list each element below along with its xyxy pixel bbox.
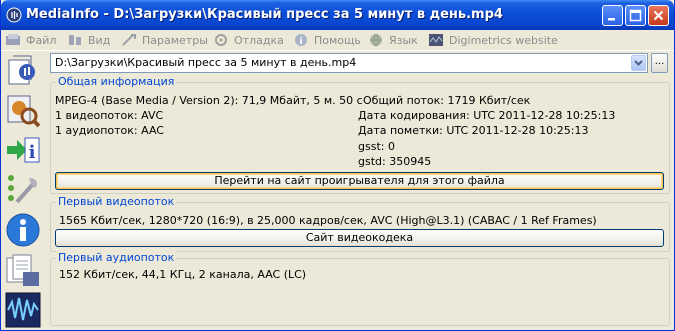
help-icon: i bbox=[295, 34, 307, 47]
video-codec-website-button[interactable]: Сайт видеокодека bbox=[55, 229, 664, 247]
window-title: MediaInfo - D:\Загрузки\Красивый пресс з… bbox=[26, 7, 503, 22]
chevron-down-icon bbox=[634, 60, 643, 66]
language-icon bbox=[370, 33, 382, 47]
audio-info: 152 Кбит/сек, 44,1 КГц, 2 канала, AAC (L… bbox=[59, 268, 307, 281]
digimetrics-website-icon[interactable] bbox=[5, 292, 41, 328]
menu-file[interactable]: Файл bbox=[5, 32, 56, 48]
sidebar: i bbox=[3, 52, 43, 328]
general-video-count: 1 видеопоток: AVC bbox=[55, 109, 164, 122]
file-select[interactable]: D:\Загрузки\Красивый пресс за 5 минут в … bbox=[50, 53, 648, 73]
svg-text:i: i bbox=[299, 37, 302, 47]
general-audio-count: 1 аудиопоток: AAC bbox=[55, 124, 164, 137]
menu-digimetrics[interactable]: Digimetrics website bbox=[428, 32, 558, 48]
browse-button[interactable]: ... bbox=[651, 53, 668, 73]
open-file-icon[interactable] bbox=[5, 52, 41, 88]
general-gstd: gstd: 350945 bbox=[358, 155, 432, 168]
menu-view[interactable]: Вид bbox=[67, 32, 110, 48]
open-folder-icon[interactable] bbox=[5, 92, 41, 128]
audio-legend: Первый аудиопоток bbox=[56, 251, 177, 264]
general-gsst: gsst: 0 bbox=[358, 140, 395, 153]
general-tagged-date: Дата пометки: UTC 2011-12-28 10:25:13 bbox=[358, 124, 589, 137]
minimize-button[interactable] bbox=[602, 5, 623, 26]
file-select-value: D:\Загрузки\Красивый пресс за 5 минут в … bbox=[55, 56, 357, 69]
general-format-line: MPEG-4 (Base Media / Version 2): 71,9 Мб… bbox=[55, 94, 363, 107]
video-info: 1565 Кбит/сек, 1280*720 (16:9), в 25,000… bbox=[59, 214, 597, 227]
svg-text:i: i bbox=[29, 142, 36, 163]
general-overall-bitrate: Общий поток: 1719 Кбит/сек bbox=[363, 94, 531, 107]
menu-view-label: Вид bbox=[88, 33, 111, 47]
knowledge-base-icon[interactable] bbox=[5, 252, 41, 288]
minimize-icon bbox=[608, 18, 615, 21]
menu-bar: Файл Вид Параметры Отладка i Помощь Язык… bbox=[1, 30, 674, 51]
menu-options-label: Параметры bbox=[142, 33, 208, 47]
menu-debug-label: Отладка bbox=[234, 33, 284, 47]
menu-digimetrics-label: Digimetrics website bbox=[449, 33, 558, 47]
menu-language-label: Язык bbox=[389, 33, 418, 47]
menu-language[interactable]: Язык bbox=[368, 32, 418, 48]
export-info-icon[interactable]: i bbox=[5, 132, 41, 168]
player-website-button[interactable]: Перейти на сайт проигрывателя для этого … bbox=[55, 172, 664, 190]
general-section: Общая информация MPEG-4 (Base Media / Ve… bbox=[50, 75, 670, 194]
audio-section: Первый аудиопоток 152 Кбит/сек, 44,1 КГц… bbox=[50, 251, 670, 326]
mediainfo-app-icon bbox=[6, 7, 22, 23]
title-bar[interactable]: MediaInfo - D:\Загрузки\Красивый пресс з… bbox=[1, 0, 674, 30]
video-legend: Первый видеопоток bbox=[56, 195, 177, 208]
maximize-button[interactable] bbox=[625, 5, 646, 26]
file-select-dropdown-button[interactable] bbox=[631, 55, 646, 71]
menu-debug[interactable]: Отладка bbox=[213, 32, 284, 48]
general-encoded-date: Дата кодирования: UTC 2011-12-28 10:25:1… bbox=[358, 109, 616, 122]
view-icon bbox=[69, 35, 81, 45]
general-legend: Общая информация bbox=[56, 75, 177, 88]
options-icon bbox=[122, 34, 136, 46]
video-section: Первый видеопоток 1565 Кбит/сек, 1280*72… bbox=[50, 195, 670, 252]
mediainfo-window: MediaInfo - D:\Загрузки\Красивый пресс з… bbox=[0, 0, 675, 331]
file-icon bbox=[6, 34, 20, 45]
menu-options[interactable]: Параметры bbox=[121, 32, 208, 48]
preferences-icon[interactable] bbox=[5, 172, 41, 208]
menu-help[interactable]: i Помощь bbox=[293, 32, 361, 48]
digimetrics-icon bbox=[429, 34, 443, 46]
menu-file-label: Файл bbox=[26, 33, 57, 47]
close-button[interactable] bbox=[648, 5, 669, 26]
close-icon bbox=[653, 10, 664, 21]
maximize-icon bbox=[629, 9, 642, 22]
about-icon[interactable] bbox=[5, 212, 41, 248]
menu-help-label: Помощь bbox=[314, 33, 361, 47]
debug-icon bbox=[215, 34, 227, 46]
